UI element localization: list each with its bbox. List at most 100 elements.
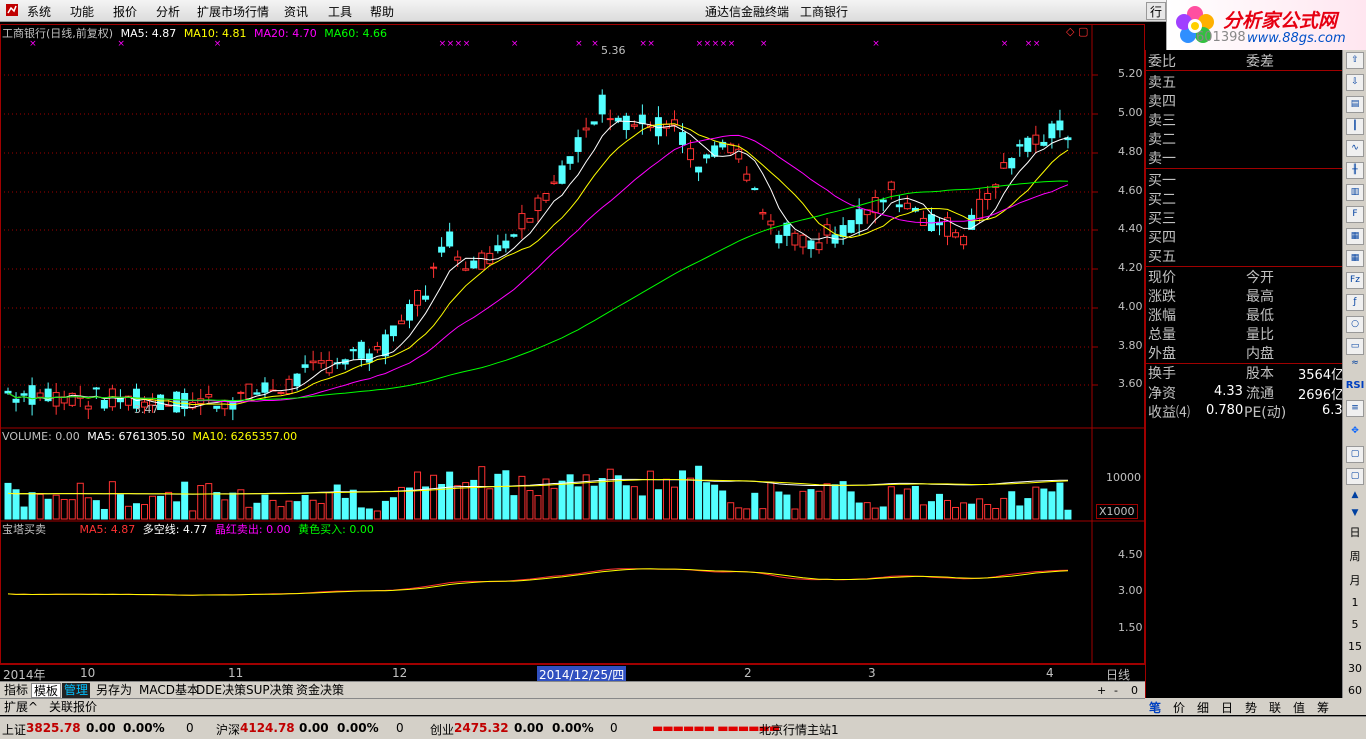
expand-button[interactable]: 扩展^ <box>2 700 40 715</box>
tab-fund[interactable]: 资金决策 <box>294 683 346 698</box>
wave-icon[interactable]: ≈ <box>1346 356 1364 373</box>
kline-chart[interactable]: × × × × × × × × × × × × × × × × × × × × × × <box>0 24 1145 664</box>
sell-4[interactable]: 卖四 <box>1146 91 1342 110</box>
buy-1[interactable]: 买一 <box>1146 170 1342 189</box>
tab-save-as[interactable]: 另存为 <box>94 683 134 698</box>
period-5min-button[interactable]: 5 <box>1345 618 1365 631</box>
period-day-button[interactable]: 日 <box>1345 524 1365 540</box>
candle-icon[interactable]: ╫ <box>1346 162 1364 179</box>
quote-row: 外盘 内盘 <box>1146 343 1342 362</box>
f10-icon[interactable]: F <box>1346 206 1364 223</box>
candle-body <box>381 334 389 357</box>
rsi-button[interactable]: RSI <box>1345 380 1365 391</box>
tab-tick[interactable]: 笔 <box>1149 699 1161 716</box>
menu-function[interactable]: 功能 <box>67 3 97 20</box>
kline-icon[interactable]: ┃ <box>1346 118 1364 135</box>
share-capital-label: 股本 <box>1246 366 1274 382</box>
volume-tick: 10000 <box>1106 471 1141 484</box>
volume-bar <box>389 497 397 520</box>
period-60min-button[interactable]: 60 <box>1345 684 1365 697</box>
menu-extended-market[interactable]: 扩展市场行情 <box>194 3 272 20</box>
net-asset-value: 4.33 <box>1214 384 1243 399</box>
tab-macd[interactable]: MACD基本 <box>137 683 201 698</box>
related-quote-button[interactable]: 关联报价 <box>47 700 99 715</box>
sell-3[interactable]: 卖三 <box>1146 110 1342 129</box>
quote-tab[interactable]: 行 <box>1146 2 1166 20</box>
tab-manage[interactable]: 管理 <box>62 683 91 698</box>
table-icon[interactable]: ▦ <box>1346 228 1364 245</box>
app-icon[interactable] <box>2 3 22 20</box>
circle-icon[interactable]: ○ <box>1346 316 1364 333</box>
tab-dde[interactable]: DDE决策 <box>194 683 248 698</box>
scroll-down-icon[interactable]: ⇩ <box>1346 74 1364 91</box>
tab-sup[interactable]: SUP决策 <box>244 683 296 698</box>
tab-trend[interactable]: 势 <box>1245 699 1257 716</box>
buy-4[interactable]: 买四 <box>1146 227 1342 246</box>
signal-marker: × <box>1033 39 1041 49</box>
signal-marker: × <box>463 39 471 49</box>
lines-icon[interactable]: ≡ <box>1346 400 1364 417</box>
menu-tools[interactable]: 工具 <box>325 3 355 20</box>
menu-quote[interactable]: 报价 <box>110 3 140 20</box>
box-icon[interactable]: ▢ <box>1346 446 1364 463</box>
chart-area[interactable]: × × × × × × × × × × × × × × × × × × × × × × 工商银行(日线,前复权) MA5:… <box>0 24 1145 664</box>
cy-index-pct: 0.00% <box>552 721 594 735</box>
indicator-icon[interactable]: ▭ <box>1346 338 1364 355</box>
volume-bar <box>510 495 518 520</box>
server-name[interactable]: 北京行情主站1 <box>759 721 839 738</box>
bar-icon[interactable]: ▥ <box>1346 184 1364 201</box>
menu-analysis[interactable]: 分析 <box>153 3 183 20</box>
volume-bar <box>534 495 542 520</box>
box2-icon[interactable]: ▢ <box>1346 468 1364 485</box>
zoom-reset-button[interactable]: 0 <box>1131 684 1138 697</box>
zoom-in-button[interactable]: + <box>1097 684 1106 697</box>
arrow-down-icon[interactable]: ▼ <box>1346 506 1364 523</box>
tab-template[interactable]: 模板 <box>31 683 62 698</box>
volume-bar <box>839 481 847 520</box>
sell-5-label: 卖五 <box>1148 75 1176 91</box>
tab-detail[interactable]: 细 <box>1197 699 1209 716</box>
candle-body <box>895 204 903 208</box>
tab-price[interactable]: 价 <box>1173 699 1185 716</box>
fiz-icon[interactable]: Fz <box>1346 272 1364 289</box>
sell-2[interactable]: 卖二 <box>1146 129 1342 148</box>
chart-tool-icon[interactable]: ▤ <box>1346 96 1364 113</box>
volume-bar <box>269 499 277 520</box>
fin-row-netasset: 净资 4.33 流通 2696亿 <box>1146 383 1344 403</box>
buy-3[interactable]: 买三 <box>1146 208 1342 227</box>
candle-body <box>438 246 446 253</box>
sell-1[interactable]: 卖一 <box>1146 148 1342 167</box>
quote-row: 涨跌 最高 <box>1146 286 1342 305</box>
buy-5[interactable]: 买五 <box>1146 246 1342 265</box>
menu-system[interactable]: 系统 <box>24 3 54 20</box>
formula-icon[interactable]: ƒ <box>1346 294 1364 311</box>
candle-body <box>100 400 108 409</box>
period-week-button[interactable]: 周 <box>1345 548 1365 564</box>
volume-bar <box>679 470 687 520</box>
chart-options-icon[interactable]: ◇ ▢ <box>1066 25 1088 38</box>
tab-indicator[interactable]: 指标 <box>2 683 30 698</box>
arrow-up-icon[interactable]: ▲ <box>1346 488 1364 505</box>
grid-icon[interactable]: ▦ <box>1346 250 1364 267</box>
period-15min-button[interactable]: 15 <box>1345 640 1365 653</box>
period-30min-button[interactable]: 30 <box>1345 662 1365 675</box>
sell-2-label: 卖二 <box>1148 132 1176 148</box>
tab-day[interactable]: 日 <box>1221 699 1233 716</box>
trend-icon[interactable]: ∿ <box>1346 140 1364 157</box>
scroll-up-icon[interactable]: ⇧ <box>1346 52 1364 69</box>
menu-info[interactable]: 资讯 <box>281 3 311 20</box>
period-month-button[interactable]: 月 <box>1345 572 1365 588</box>
buy-2[interactable]: 买二 <box>1146 189 1342 208</box>
sell-5[interactable]: 卖五 <box>1146 72 1342 91</box>
volume-bar <box>317 502 325 520</box>
move-icon[interactable]: ✥ <box>1346 424 1364 441</box>
eps-label: 收益⑷ <box>1148 405 1190 421</box>
tab-value[interactable]: 值 <box>1293 699 1305 716</box>
menu-help[interactable]: 帮助 <box>367 3 397 20</box>
period-1min-button[interactable]: 1 <box>1345 596 1365 609</box>
tab-chips[interactable]: 筹 <box>1317 699 1329 716</box>
quote-label: 最低 <box>1246 308 1274 324</box>
zoom-out-button[interactable]: - <box>1114 684 1118 697</box>
tab-linked[interactable]: 联 <box>1269 699 1281 716</box>
float-label: 流通 <box>1246 386 1274 402</box>
